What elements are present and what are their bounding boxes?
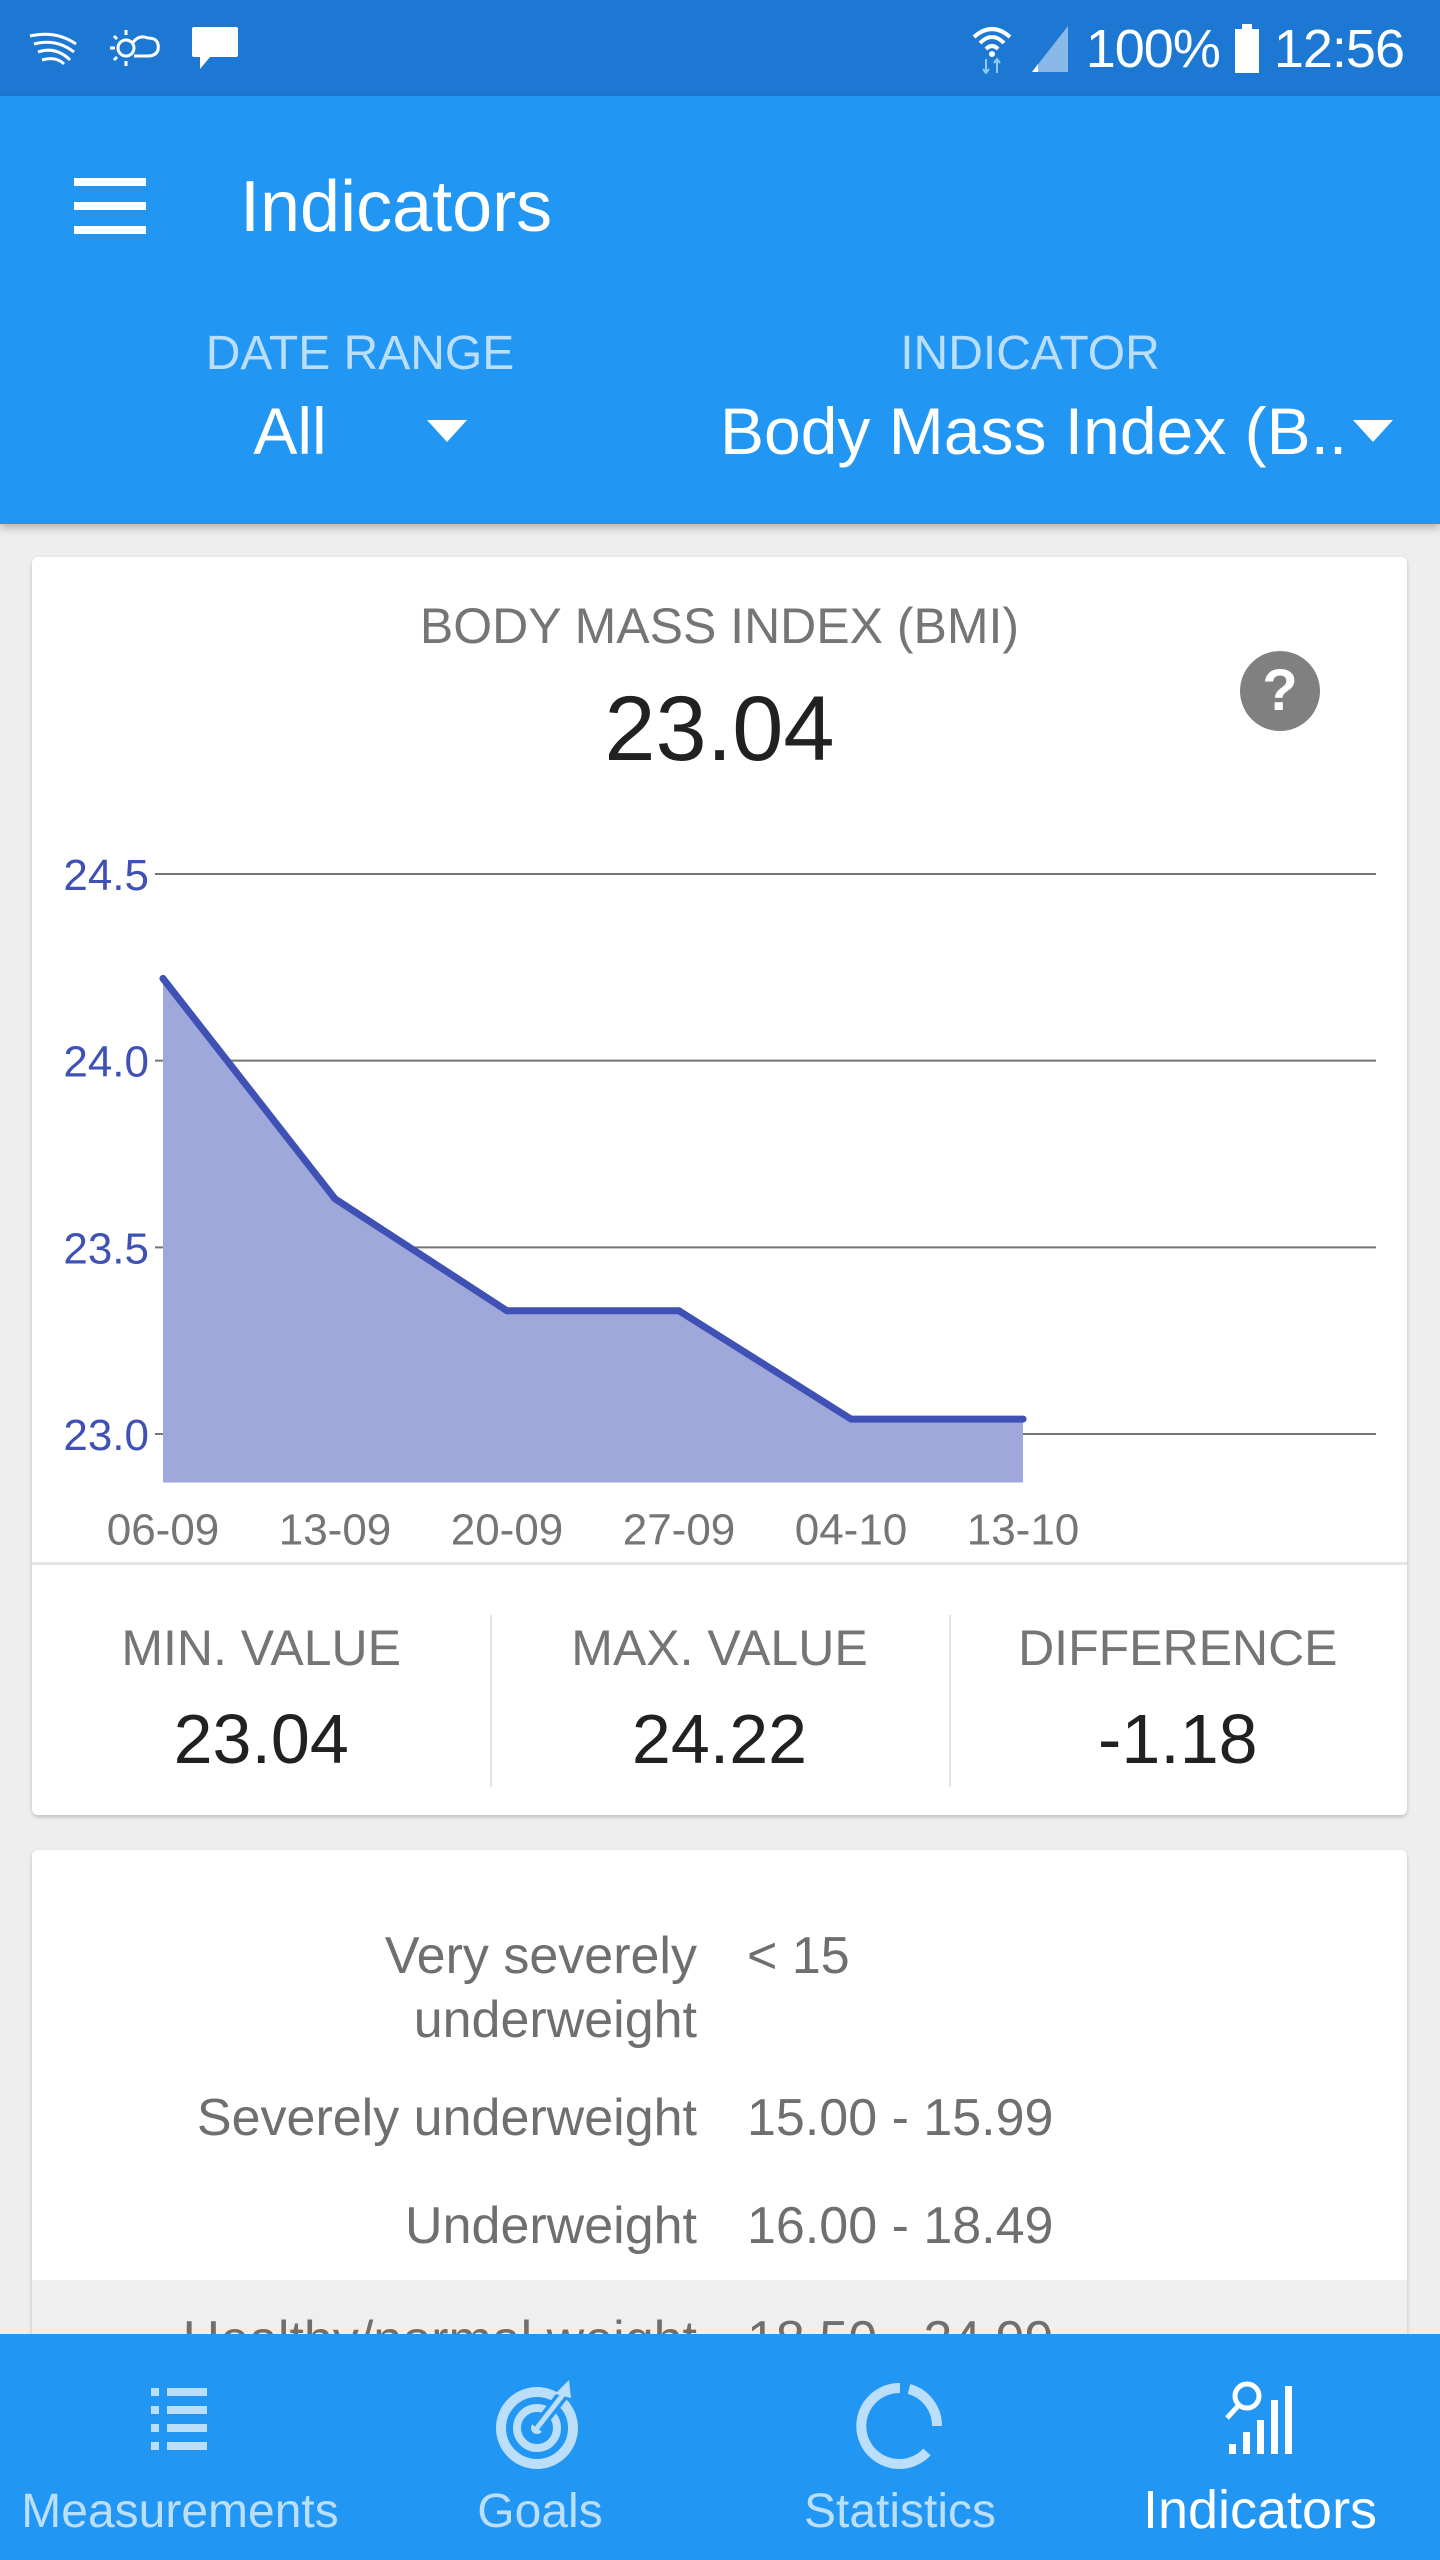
target-icon bbox=[496, 2380, 578, 2469]
x-tick-label: 06-09 bbox=[107, 1506, 220, 1555]
status-bar: 100% 12:56 bbox=[0, 0, 1440, 96]
range-row: Severely underweight 15.00 - 15.99 bbox=[32, 2064, 1407, 2172]
nav-indicators[interactable]: Indicators bbox=[1080, 2334, 1440, 2560]
indicator-label: INDICATOR bbox=[900, 327, 1160, 380]
data-point bbox=[159, 975, 167, 983]
difference-stat: DIFFERENCE -1.18 bbox=[948, 1565, 1407, 1815]
stat-label: MIN. VALUE bbox=[121, 1620, 401, 1676]
x-tick-label: 20-09 bbox=[451, 1506, 564, 1555]
x-tick-label: 04-10 bbox=[795, 1506, 908, 1555]
range-name: Underweight bbox=[405, 2197, 697, 2255]
page-title: Indicators bbox=[240, 167, 553, 247]
weather-icon bbox=[110, 30, 160, 66]
data-point bbox=[503, 1307, 511, 1315]
range-row: Underweight 16.00 - 18.49 bbox=[32, 2172, 1407, 2280]
message-icon bbox=[192, 27, 238, 69]
date-range-label: DATE RANGE bbox=[205, 327, 515, 380]
bmi-chart: 23.0 23.5 24.0 24.5 06-09 13-09 20-09 27-09 04-1… bbox=[63, 851, 1376, 1555]
range-value: < 15 bbox=[747, 1927, 850, 1985]
menu-icon-bar bbox=[74, 226, 146, 234]
y-tick-label: 24.5 bbox=[63, 851, 149, 900]
data-point bbox=[847, 1415, 855, 1423]
bottom-navigation: Measurements Goals Statistics Indicators bbox=[0, 2334, 1440, 2560]
wifi-icon bbox=[972, 27, 1012, 75]
max-value-stat: MAX. VALUE 24.22 bbox=[490, 1565, 948, 1815]
x-tick-label: 27-09 bbox=[623, 1506, 736, 1555]
dropdown-arrow-icon bbox=[426, 420, 467, 442]
range-row: Very severely underweight < 15 bbox=[32, 1850, 1407, 2064]
nav-label: Measurements bbox=[21, 2485, 339, 2538]
data-point bbox=[331, 1195, 339, 1203]
battery-icon bbox=[1234, 24, 1259, 73]
data-point bbox=[1019, 1415, 1027, 1423]
indicator-value: Body Mass Index (B.. bbox=[720, 394, 1348, 468]
nav-measurements[interactable]: Measurements bbox=[0, 2334, 360, 2560]
nav-label: Goals bbox=[477, 2485, 603, 2538]
app-bar: Indicators DATE RANGE All INDICATOR Body… bbox=[0, 96, 1440, 524]
clock: 12:56 bbox=[1273, 19, 1405, 79]
range-name-line: Very severely bbox=[384, 1927, 697, 1985]
x-tick-label: 13-09 bbox=[279, 1506, 392, 1555]
list-icon bbox=[151, 2388, 207, 2450]
range-value: 15.00 - 15.99 bbox=[747, 2089, 1054, 2147]
stat-label: DIFFERENCE bbox=[1018, 1620, 1338, 1676]
menu-button[interactable] bbox=[70, 178, 150, 258]
signal-icon bbox=[1031, 26, 1068, 72]
min-value-stat: MIN. VALUE 23.04 bbox=[32, 1565, 490, 1815]
x-tick-label: 13-10 bbox=[967, 1506, 1080, 1555]
range-name: Severely underweight bbox=[196, 2089, 697, 2147]
swiftkey-icon bbox=[29, 32, 77, 66]
y-tick-label: 23.0 bbox=[63, 1411, 149, 1460]
stat-value: -1.18 bbox=[1098, 1700, 1258, 1778]
nav-goals[interactable]: Goals bbox=[360, 2334, 720, 2560]
date-range-selector[interactable]: DATE RANGE All bbox=[170, 326, 550, 469]
stats-row: MIN. VALUE 23.04 MAX. VALUE 24.22 DIFFER… bbox=[32, 1565, 1407, 1815]
stat-value: 23.04 bbox=[173, 1700, 349, 1778]
donut-chart-icon bbox=[856, 2382, 943, 2469]
range-value: 16.00 - 18.49 bbox=[747, 2197, 1054, 2255]
dropdown-arrow-icon bbox=[1353, 420, 1394, 442]
nav-label: Statistics bbox=[803, 2485, 997, 2538]
range-name: Very severely underweight bbox=[32, 1924, 697, 2064]
bar-chart-search-icon bbox=[1225, 2381, 1292, 2454]
y-tick-label: 24.0 bbox=[63, 1038, 149, 1087]
battery-percent: 100% bbox=[1085, 19, 1221, 79]
nav-statistics[interactable]: Statistics bbox=[720, 2334, 1080, 2560]
range-name-line: underweight bbox=[413, 1991, 697, 2049]
menu-icon bbox=[74, 178, 146, 186]
date-range-value: All bbox=[253, 394, 327, 468]
stat-value: 24.22 bbox=[631, 1700, 808, 1778]
menu-icon-bar bbox=[74, 202, 146, 210]
bmi-summary-card: BODY MASS INDEX (BMI) 23.04 ? 23.0 23.5 24… bbox=[32, 557, 1407, 1815]
data-point bbox=[675, 1307, 683, 1315]
nav-label: Indicators bbox=[1142, 2480, 1378, 2540]
indicator-selector[interactable]: INDICATOR Body Mass Index (B.. bbox=[700, 326, 1440, 469]
stat-label: MAX. VALUE bbox=[571, 1620, 868, 1676]
area-fill bbox=[163, 978, 1023, 1483]
y-tick-label: 23.5 bbox=[63, 1224, 149, 1273]
